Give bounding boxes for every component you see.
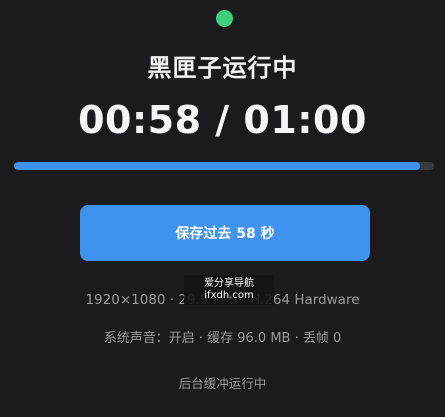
recorder-panel: 黑匣子运行中 00:58 / 01:00 保存过去 58 秒 1920×1080… [0,0,445,417]
recording-timer: 00:58 / 01:00 [0,98,445,142]
timer-elapsed: 00:58 [78,98,202,142]
timer-total: 01:00 [243,98,367,142]
watermark-line-1: 爱分享导航 [204,278,254,289]
recording-status-dot-icon [216,10,233,27]
page-title: 黑匣子运行中 [147,54,298,82]
recording-stats-text: 系统声音：开启 · 缓存 96.0 MB · 丢帧 0 [103,331,342,346]
buffer-progress-bar [14,162,434,170]
background-status-text: 后台缓冲运行中 [178,376,267,391]
timer-separator: / [201,98,244,142]
watermark-line-2: ifxdh.com [204,290,254,301]
watermark: 爱分享导航 ifxdh.com [184,275,274,305]
buffer-progress-fill [14,162,421,170]
save-last-seconds-button[interactable]: 保存过去 58 秒 [80,205,370,261]
